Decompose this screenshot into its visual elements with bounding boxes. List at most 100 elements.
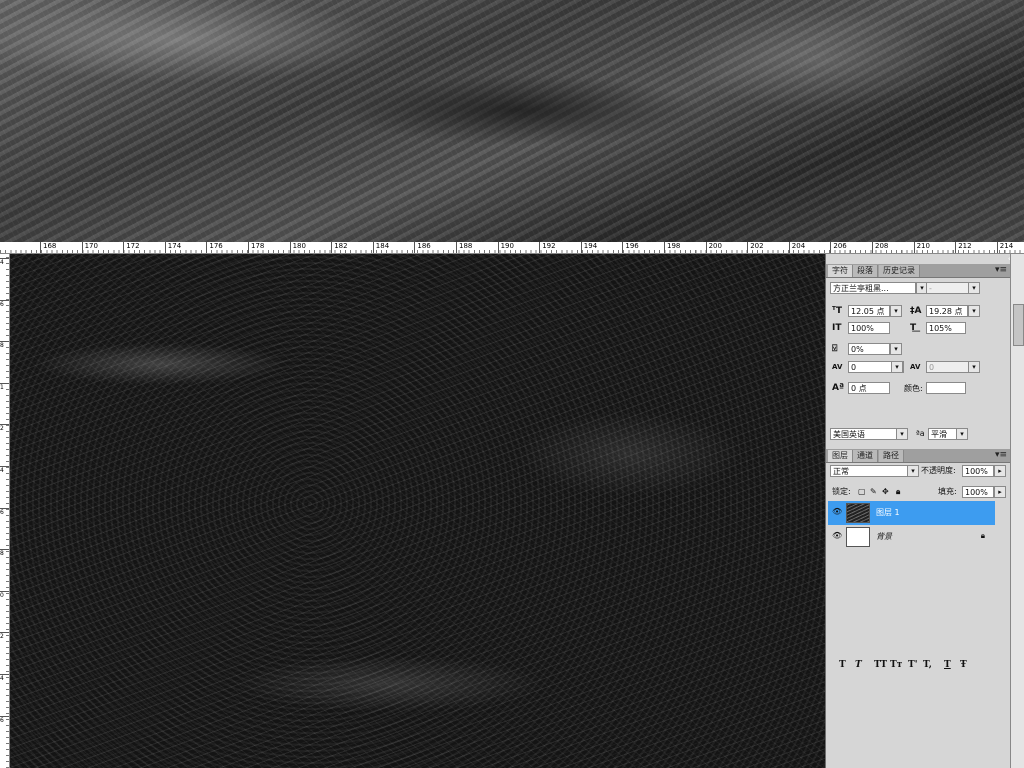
lock-label: 锁定: bbox=[832, 487, 851, 496]
blend-mode-select[interactable]: 正常 bbox=[830, 465, 918, 477]
character-panel-tabbar: 字符 段落 历史记录 ▾≡ bbox=[826, 264, 1011, 278]
tsume-icon: ⍌ bbox=[832, 344, 838, 354]
fill-slider-icon[interactable]: ▸ bbox=[994, 486, 1006, 498]
ruler-tick-label: 212 bbox=[955, 242, 972, 253]
ruler-tick-label: 190 bbox=[497, 242, 514, 253]
tab-channels[interactable]: 通道 bbox=[853, 450, 878, 462]
language-select[interactable]: 美国英语 bbox=[830, 428, 898, 440]
font-family-select[interactable]: 方正兰亭粗黑... bbox=[830, 282, 916, 294]
horizontal-scale-field[interactable]: 105% bbox=[926, 322, 966, 334]
ruler-tick-label: 178 bbox=[248, 242, 264, 253]
layer-name: 图层 1 bbox=[876, 508, 900, 517]
ruler-tick-label: 200 bbox=[705, 242, 722, 253]
baseline-shift-field[interactable]: 0 点 bbox=[848, 382, 890, 394]
layer-row-layer-1[interactable]: 👁︎ 图层 1 bbox=[828, 501, 995, 525]
font-style-dropdown-icon[interactable]: ▾ bbox=[968, 282, 980, 294]
ruler-tick-label: 176 bbox=[206, 242, 223, 253]
tracking-field[interactable]: 0 bbox=[926, 361, 970, 373]
language-dropdown-icon[interactable]: ▾ bbox=[896, 428, 908, 440]
ruler-tick-label: 180 bbox=[289, 242, 306, 253]
ruler-tick-label: 182 bbox=[331, 242, 348, 253]
ruler-tick-label: 4 bbox=[0, 258, 9, 266]
visibility-eye-icon[interactable]: 👁︎ bbox=[832, 531, 842, 540]
font-style-select[interactable]: - bbox=[926, 282, 970, 294]
vertical-scale-icon: IT bbox=[832, 323, 842, 333]
all-caps-button[interactable]: TT bbox=[874, 660, 887, 670]
ruler-tick-label: 192 bbox=[539, 242, 556, 253]
faux-bold-button[interactable]: T bbox=[839, 660, 846, 670]
tracking-icon: AV bbox=[910, 363, 921, 371]
opacity-slider-icon[interactable]: ▸ bbox=[994, 465, 1006, 477]
color-label: 颜色: bbox=[904, 384, 923, 393]
scrollbar-thumb[interactable] bbox=[1013, 304, 1024, 346]
tab-history[interactable]: 历史记录 bbox=[879, 265, 920, 277]
ruler-tick-label: 210 bbox=[913, 242, 930, 253]
ruler-tick-label: 6 bbox=[0, 715, 9, 724]
ruler-tick-label: 196 bbox=[622, 242, 639, 253]
tab-paths[interactable]: 路径 bbox=[879, 450, 904, 462]
baseline-shift-icon: Aª bbox=[832, 383, 845, 393]
layer-thumbnail bbox=[846, 527, 870, 547]
horizontal-ruler: 168 170 172 174 176 178 180 182 184 186 188 190 192 1… bbox=[0, 242, 1024, 254]
layer-thumbnail bbox=[846, 503, 870, 523]
layer-row-background[interactable]: 👁︎ 背景 🔒︎ bbox=[828, 525, 995, 549]
text-color-swatch[interactable] bbox=[926, 382, 966, 394]
ruler-tick-label: 4 bbox=[0, 674, 9, 682]
lock-all-icon[interactable]: 🔒︎ bbox=[896, 486, 900, 498]
layer-name: 背景 bbox=[876, 532, 892, 541]
ruler-tick-label: 202 bbox=[747, 242, 764, 253]
ruler-tick-label: 204 bbox=[788, 242, 805, 253]
kerning-dropdown-icon[interactable]: ▾ bbox=[891, 361, 903, 373]
kerning-icon: AV bbox=[832, 363, 843, 371]
strikethrough-button[interactable]: Ŧ bbox=[960, 660, 967, 670]
fill-field[interactable]: 100% bbox=[962, 486, 994, 498]
subscript-button[interactable]: T, bbox=[923, 660, 932, 670]
lock-position-icon[interactable]: ✥ bbox=[882, 486, 889, 498]
tab-paragraph[interactable]: 段落 bbox=[853, 265, 878, 277]
panel-menu-icon[interactable]: ▾≡ bbox=[995, 264, 1007, 276]
opacity-label: 不透明度: bbox=[921, 466, 956, 475]
tab-layers[interactable]: 图层 bbox=[828, 450, 853, 462]
lock-transparent-icon[interactable]: ▢ bbox=[858, 486, 866, 498]
ruler-tick-label: 2 bbox=[0, 632, 9, 640]
leading-dropdown-icon[interactable]: ▾ bbox=[968, 305, 980, 317]
tsume-dropdown-icon[interactable]: ▾ bbox=[890, 343, 902, 355]
ruler-tick-label: 6 bbox=[0, 299, 9, 308]
faux-italic-button[interactable]: T bbox=[855, 660, 862, 670]
ruler-tick-label: 0 bbox=[0, 590, 9, 599]
panel-dock: 字符 段落 历史记录 ▾≡ 方正兰亭粗黑... ▾ - ▾ ᵀT 12.05 点… bbox=[825, 254, 1011, 768]
lock-image-icon[interactable]: ✎ bbox=[870, 486, 877, 498]
small-caps-button[interactable]: Tт bbox=[890, 660, 902, 670]
ruler-tick-label: 8 bbox=[0, 341, 9, 349]
ruler-tick-label: 188 bbox=[456, 242, 472, 253]
tab-character[interactable]: 字符 bbox=[828, 265, 853, 277]
vertical-scrollbar[interactable] bbox=[1010, 254, 1024, 768]
anti-alias-icon: ªa bbox=[916, 429, 925, 438]
tsume-field[interactable]: 0% bbox=[848, 343, 890, 355]
opacity-field[interactable]: 100% bbox=[962, 465, 994, 477]
layers-menu-icon[interactable]: ▾≡ bbox=[995, 449, 1007, 461]
document-canvas[interactable] bbox=[10, 254, 826, 768]
superscript-button[interactable]: T' bbox=[908, 660, 917, 670]
horizontal-scale-icon: T͟ bbox=[910, 323, 917, 333]
ruler-tick-label: 2 bbox=[0, 424, 9, 432]
ruler-tick-label: 172 bbox=[123, 242, 140, 253]
ruler-tick-label: 168 bbox=[40, 242, 56, 253]
blend-mode-dropdown-icon[interactable]: ▾ bbox=[907, 465, 919, 477]
canvas-top-texture bbox=[0, 0, 1024, 242]
anti-alias-dropdown-icon[interactable]: ▾ bbox=[956, 428, 968, 440]
ruler-tick-label: 186 bbox=[414, 242, 431, 253]
layers-panel-tabbar: 图层 通道 路径 ▾≡ bbox=[826, 449, 1011, 463]
leading-field[interactable]: 19.28 点 bbox=[926, 305, 968, 317]
vertical-scale-field[interactable]: 100% bbox=[848, 322, 890, 334]
font-size-field[interactable]: 12.05 点 bbox=[848, 305, 890, 317]
ruler-tick-label: 174 bbox=[164, 242, 181, 253]
ruler-tick-label: 170 bbox=[81, 242, 98, 253]
underline-button[interactable]: T bbox=[944, 660, 951, 670]
fill-label: 填充: bbox=[938, 487, 957, 496]
font-size-dropdown-icon[interactable]: ▾ bbox=[890, 305, 902, 317]
tracking-dropdown-icon[interactable]: ▾ bbox=[968, 361, 980, 373]
ruler-tick-label: 1 bbox=[0, 382, 9, 391]
visibility-eye-icon[interactable]: 👁︎ bbox=[832, 507, 842, 516]
ruler-tick-label: 198 bbox=[664, 242, 680, 253]
